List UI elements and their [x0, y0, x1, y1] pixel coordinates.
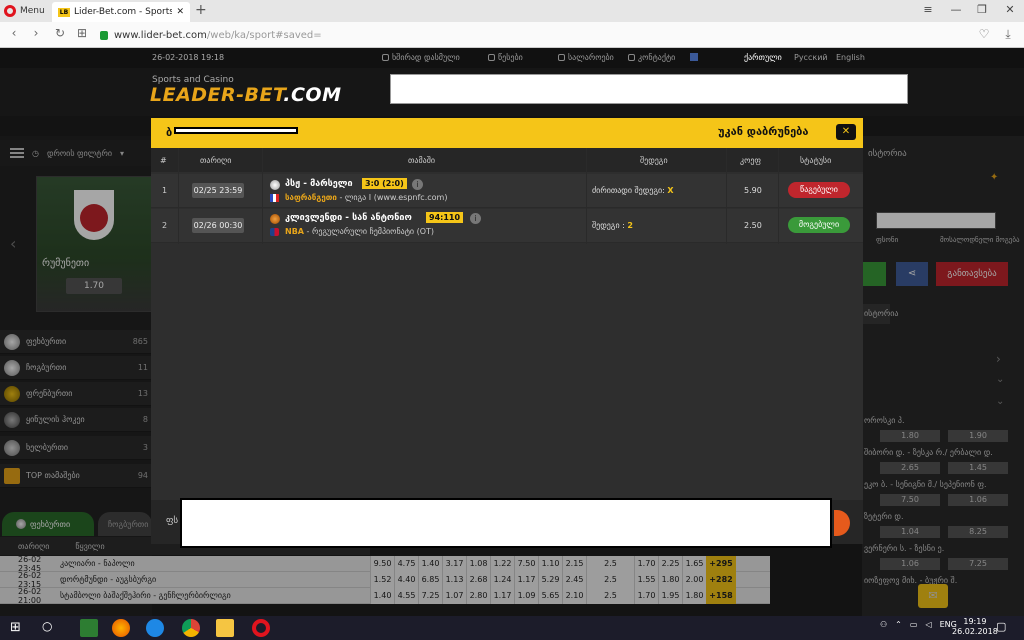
bet-match: კლივლენდი - სან ანტონიო [285, 213, 412, 223]
bet-league: საფრანგეთი - ლიგა I (www.espnfc.com) [285, 193, 448, 202]
info-icon[interactable]: i [470, 213, 481, 224]
column-divider [778, 148, 779, 244]
rules-icon [488, 54, 495, 61]
bet-date: 02/26 00:30 [192, 218, 244, 233]
back-button[interactable]: ‹ [6, 26, 22, 40]
url-host: www.lider-bet.com [114, 29, 207, 41]
lock-icon [100, 30, 108, 40]
file-explorer-icon[interactable] [216, 619, 234, 637]
col-date: თარიღი [200, 156, 232, 165]
lang-ka[interactable]: ქართული [744, 53, 782, 62]
opera-taskbar-icon[interactable] [252, 619, 270, 637]
bet-date: 02/25 23:59 [192, 183, 244, 198]
col-result: შედეგი [640, 156, 668, 165]
taskbar-clock[interactable]: 19:19 26.02.2018 [952, 617, 998, 637]
bet-selection: შედეგი : 2 [592, 221, 633, 230]
back-label[interactable]: უკან დაბრუნება [718, 125, 808, 138]
lang-ru[interactable]: Русский [794, 53, 828, 62]
col-status: სტატუსი [800, 156, 832, 165]
bet-score: 3:0 (2:0) [362, 178, 407, 189]
url-field[interactable]: www.lider-bet.com/web/ka/sport#saved= [100, 26, 960, 44]
france-flag-icon [270, 194, 279, 202]
bookmark-heart-icon[interactable]: ♡ [976, 27, 992, 41]
column-divider [586, 148, 587, 244]
tab-title: Lider-Bet.com - Sports an [74, 7, 173, 17]
cashier-icon [558, 54, 565, 61]
chevron-up-icon[interactable]: ⌃ [895, 620, 902, 629]
reload-button[interactable]: ↻ [52, 26, 68, 40]
windows-start-icon[interactable]: ⊞ [10, 620, 21, 635]
bet-num: 2 [162, 221, 168, 230]
chrome-icon[interactable] [182, 619, 200, 637]
edge-icon[interactable] [146, 619, 164, 637]
speed-dial-icon[interactable]: ⊞ [74, 26, 90, 40]
notifications-icon[interactable]: ▢ [996, 620, 1006, 633]
football-icon [270, 180, 280, 190]
bet-match: პსჟ - მარსელი [285, 179, 353, 189]
phone-icon [628, 54, 635, 61]
column-divider [178, 148, 179, 244]
redacted-header-box [390, 74, 908, 104]
close-window-button[interactable]: ✕ [1000, 2, 1020, 18]
facebook-icon[interactable] [690, 53, 698, 61]
new-tab-button[interactable]: + [195, 2, 207, 18]
minimize-button[interactable]: — [946, 2, 966, 18]
close-icon: ✕ [841, 126, 851, 137]
forward-button[interactable]: › [28, 26, 44, 40]
col-coef: კოეფ [740, 156, 762, 165]
opera-icon [4, 5, 16, 17]
network-icon[interactable]: ▭ [910, 620, 918, 629]
bet-coef: 2.50 [744, 221, 762, 230]
column-divider [726, 148, 727, 244]
redacted-bet-id [174, 127, 298, 134]
col-game: თამაში [408, 156, 435, 165]
url-path: /web/ka/sport#saved= [206, 29, 322, 41]
volume-icon[interactable]: ◁ [925, 620, 931, 629]
pinned-tabs-icon[interactable]: ≡ [918, 2, 938, 18]
redacted-footer-box [180, 498, 832, 548]
maximize-button[interactable]: ❐ [972, 2, 992, 18]
close-modal-button[interactable]: ✕ [836, 124, 856, 140]
excel-icon[interactable] [80, 619, 98, 637]
site-logo[interactable]: LEADER-BET.COM [150, 84, 341, 106]
bet-num: 1 [162, 186, 168, 195]
opera-menu-button[interactable]: Menu [4, 3, 45, 19]
tab-close-icon[interactable]: ✕ [176, 7, 184, 17]
download-icon[interactable]: ⤓ [1000, 27, 1016, 42]
rules-link[interactable]: წესები [488, 53, 523, 62]
site-date: 26-02-2018 19:18 [152, 53, 225, 62]
bet-score: 94:110 [426, 212, 464, 223]
question-icon [382, 54, 389, 61]
footer-label: ფს [166, 516, 179, 526]
bet-league: NBA - რეგულარული ჩემპიონატი (OT) [285, 227, 435, 236]
system-tray[interactable]: ⚇ ⌃ ▭ ◁ ENG [880, 620, 957, 629]
faq-link[interactable]: ხშირად დასმული [382, 53, 460, 62]
people-icon[interactable]: ⚇ [880, 620, 887, 629]
contact-link[interactable]: კონტაქტი [628, 53, 675, 62]
status-badge: წაგებული [788, 182, 850, 198]
bet-selection: ძირითადი შედეგი: X [592, 186, 674, 195]
info-icon[interactable]: i [412, 179, 423, 190]
status-badge: მოგებული [788, 217, 850, 233]
col-num: # [160, 156, 167, 165]
firefox-icon[interactable] [112, 619, 130, 637]
nba-logo-icon [270, 228, 279, 236]
cashier-link[interactable]: სალაროები [558, 53, 614, 62]
lang-en[interactable]: English [836, 53, 865, 62]
basketball-icon [270, 214, 280, 224]
search-icon[interactable]: ○ [42, 619, 52, 633]
column-divider [262, 148, 263, 244]
favicon-icon: LB [58, 7, 70, 17]
browser-tab[interactable]: LB Lider-Bet.com - Sports an ✕ [52, 2, 190, 22]
bet-coef: 5.90 [744, 186, 762, 195]
modal-header-left: ბ [166, 126, 173, 139]
